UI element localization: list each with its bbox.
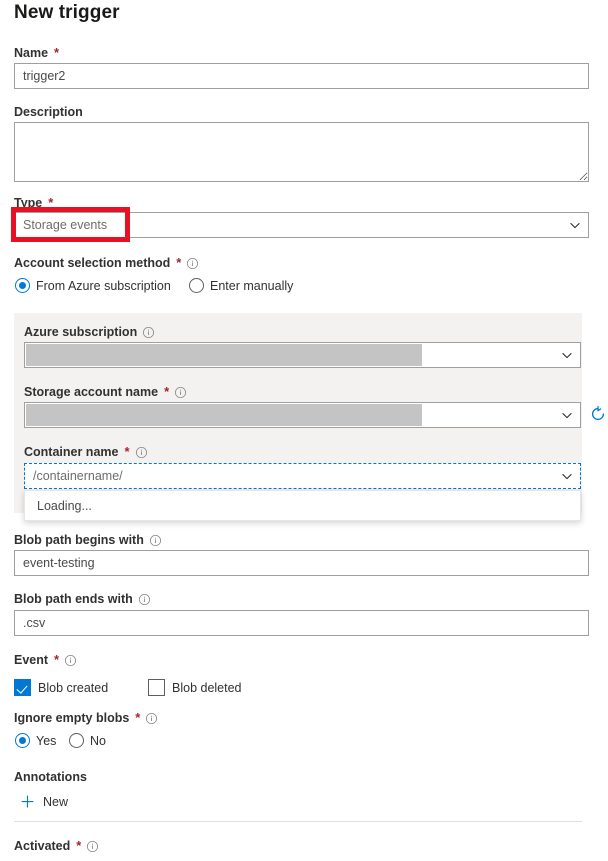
add-annotation-label: New: [43, 795, 68, 809]
azure-subscription-label-text: Azure subscription: [24, 324, 137, 340]
azure-subscription-redaction: [26, 344, 422, 366]
radio-enter-manually[interactable]: Enter manually: [189, 278, 293, 293]
blob-path-ends-with-input[interactable]: [14, 610, 589, 636]
name-label: Name *: [14, 45, 59, 61]
container-name-dropdown[interactable]: /containername/: [24, 463, 581, 489]
chevron-down-icon: [568, 218, 582, 232]
plus-icon: [20, 794, 35, 809]
blob-path-begins-with-input[interactable]: [14, 550, 589, 576]
info-icon[interactable]: [64, 654, 77, 667]
storage-account-name-redaction: [26, 404, 422, 426]
chevron-down-icon: [560, 408, 574, 422]
account-selection-method-label-text: Account selection method: [14, 255, 170, 271]
ignore-empty-blobs-label: Ignore empty blobs *: [14, 710, 158, 726]
storage-account-name-label-text: Storage account name: [24, 384, 158, 400]
ignore-empty-blobs-label-text: Ignore empty blobs: [14, 710, 129, 726]
chevron-down-icon: [560, 469, 574, 483]
annotations-label: Annotations: [14, 769, 87, 785]
name-input[interactable]: [14, 63, 589, 89]
container-name-label-text: Container name: [24, 444, 118, 460]
activated-label: Activated *: [14, 838, 99, 854]
checkbox-blob-deleted[interactable]: Blob deleted: [148, 679, 242, 696]
event-required-asterisk: *: [54, 652, 59, 668]
info-icon[interactable]: [86, 840, 99, 853]
ignore-empty-blobs-required-asterisk: *: [135, 710, 140, 726]
storage-account-name-label: Storage account name *: [24, 384, 187, 400]
account-selection-method-required-asterisk: *: [176, 255, 181, 271]
checkbox-blob-deleted-label: Blob deleted: [172, 681, 242, 695]
add-annotation-button[interactable]: New: [20, 794, 68, 809]
account-selection-method-label: Account selection method *: [14, 255, 199, 271]
page-title: New trigger: [14, 2, 120, 24]
description-label-text: Description: [14, 104, 83, 120]
radio-ignore-empty-blobs-no[interactable]: No: [69, 733, 106, 748]
activated-label-text: Activated: [14, 838, 70, 854]
blob-path-ends-with-label: Blob path ends with: [14, 591, 151, 607]
blob-path-begins-with-label: Blob path begins with: [14, 532, 162, 548]
blob-path-begins-with-label-text: Blob path begins with: [14, 532, 144, 548]
radio-enter-manually-control[interactable]: [189, 278, 204, 293]
azure-subscription-label: Azure subscription: [24, 324, 155, 340]
radio-enter-manually-label: Enter manually: [210, 279, 293, 293]
info-icon[interactable]: [174, 386, 187, 399]
container-name-label: Container name *: [24, 444, 148, 460]
new-trigger-panel: New trigger Name * Description Type * St…: [0, 0, 608, 861]
info-icon[interactable]: [149, 534, 162, 547]
azure-subscription-dropdown[interactable]: [24, 342, 581, 368]
storage-account-name-dropdown[interactable]: [24, 402, 581, 428]
radio-from-azure-subscription[interactable]: From Azure subscription: [15, 278, 171, 293]
event-label: Event *: [14, 652, 77, 668]
storage-account-name-required-asterisk: *: [164, 384, 169, 400]
radio-from-azure-subscription-label: From Azure subscription: [36, 279, 171, 293]
type-label-text: Type: [14, 195, 42, 211]
info-icon[interactable]: [145, 712, 158, 725]
radio-ignore-empty-blobs-yes-label: Yes: [36, 734, 56, 748]
description-textarea[interactable]: [14, 122, 589, 182]
type-dropdown[interactable]: Storage events: [14, 212, 589, 238]
annotations-label-text: Annotations: [14, 769, 87, 785]
info-icon[interactable]: [142, 326, 155, 339]
container-name-required-asterisk: *: [124, 444, 129, 460]
description-label: Description: [14, 104, 83, 120]
checkbox-blob-deleted-control[interactable]: [148, 679, 165, 696]
type-label: Type *: [14, 195, 53, 211]
radio-ignore-empty-blobs-no-control[interactable]: [69, 733, 84, 748]
name-label-text: Name: [14, 45, 48, 61]
refresh-icon[interactable]: [589, 405, 607, 423]
info-icon[interactable]: [186, 257, 199, 270]
blob-path-ends-with-label-text: Blob path ends with: [14, 591, 133, 607]
event-label-text: Event: [14, 652, 48, 668]
chevron-down-icon: [560, 348, 574, 362]
checkbox-blob-created-label: Blob created: [38, 681, 108, 695]
activated-required-asterisk: *: [76, 838, 81, 854]
checkbox-blob-created-control[interactable]: [14, 679, 31, 696]
checkbox-blob-created[interactable]: Blob created: [14, 679, 108, 696]
container-name-dropdown-flyout: Loading...: [24, 490, 581, 521]
type-dropdown-value: Storage events: [23, 218, 562, 232]
container-name-placeholder: /containername/: [33, 469, 554, 483]
container-name-loading-text: Loading...: [37, 499, 92, 513]
radio-ignore-empty-blobs-no-label: No: [90, 734, 106, 748]
info-icon[interactable]: [135, 446, 148, 459]
info-icon[interactable]: [138, 593, 151, 606]
type-required-asterisk: *: [48, 195, 53, 211]
name-required-asterisk: *: [54, 45, 59, 61]
section-divider: [14, 821, 582, 822]
radio-from-azure-subscription-control[interactable]: [15, 278, 30, 293]
radio-ignore-empty-blobs-yes-control[interactable]: [15, 733, 30, 748]
radio-ignore-empty-blobs-yes[interactable]: Yes: [15, 733, 56, 748]
